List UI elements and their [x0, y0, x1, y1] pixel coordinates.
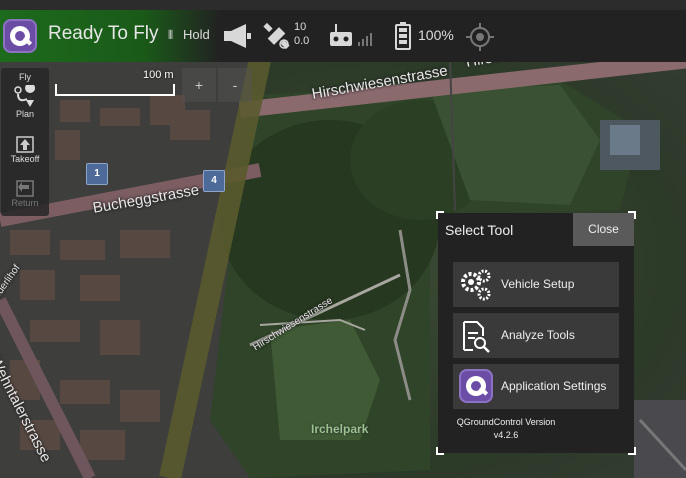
dialog-corner-tr: [628, 211, 636, 219]
main-toolbar: Ready To Fly ⫴ Hold 10 0.0 100%: [0, 0, 686, 62]
tool-plan[interactable]: Plan: [1, 85, 49, 119]
tool-return-label: Return: [11, 198, 39, 208]
tool-fly[interactable]: Fly: [1, 72, 49, 82]
satellite-count: 10: [294, 21, 307, 33]
rc-transmitter-icon[interactable]: [330, 24, 352, 48]
dialog-corner-bl: [436, 447, 444, 455]
dialog-corner-br: [628, 447, 636, 455]
application-settings-label: Application Settings: [501, 379, 607, 393]
analyze-document-icon: [463, 321, 490, 353]
version-number: v4.2.6: [493, 430, 519, 440]
close-button[interactable]: Close: [573, 213, 634, 246]
tool-takeoff-label: Takeoff: [10, 154, 40, 164]
tool-plan-label: Plan: [15, 109, 34, 119]
park-label-irchelpark: Irchelpark: [311, 422, 369, 436]
analyze-tools-button[interactable]: Analyze Tools: [453, 313, 619, 358]
tool-return[interactable]: Return: [1, 178, 49, 208]
return-icon: [16, 180, 34, 197]
mission-marker-4[interactable]: 4: [203, 170, 225, 192]
vehicle-setup-label: Vehicle Setup: [501, 277, 575, 291]
map-scale-label: 100 m: [143, 69, 174, 81]
analyze-tools-label: Analyze Tools: [501, 328, 575, 342]
battery-icon[interactable]: [395, 22, 411, 50]
vehicle-setup-button[interactable]: Vehicle Setup: [453, 262, 619, 307]
tool-fly-label: Fly: [19, 72, 31, 82]
dialog-corner-tl: [436, 211, 444, 219]
dialog-title: Select Tool: [445, 222, 514, 238]
zoom-out-button[interactable]: -: [218, 68, 252, 102]
zoom-in-button[interactable]: +: [182, 68, 216, 102]
gears-icon: [461, 269, 491, 301]
mission-marker-1[interactable]: 1: [86, 163, 108, 185]
takeoff-icon: [16, 136, 34, 153]
rc-signal-icon: [358, 33, 372, 46]
gps-info[interactable]: 10 0.0: [294, 20, 309, 48]
vehicle-status-text[interactable]: Ready To Fly: [48, 23, 159, 45]
flight-mode-icon[interactable]: ⫴: [168, 28, 173, 43]
gimbal-target-icon[interactable]: [466, 23, 494, 51]
gps-hdop: 0.0: [294, 35, 310, 47]
version-label: QGroundControl Version: [456, 417, 556, 427]
battery-percent[interactable]: 100%: [418, 27, 454, 43]
application-settings-button[interactable]: Application Settings: [453, 364, 619, 409]
megaphone-icon[interactable]: [222, 22, 254, 50]
qgc-settings-icon: [459, 369, 493, 403]
qgc-logo-icon[interactable]: [3, 19, 37, 53]
flight-mode-text[interactable]: Hold: [183, 27, 210, 42]
tool-takeoff[interactable]: Takeoff: [1, 134, 49, 164]
plan-route-icon: [14, 85, 36, 107]
map-scale-bar: [55, 84, 175, 96]
select-tool-dialog: Select Tool Close Vehicle Setup Analyze …: [436, 211, 636, 455]
satellite-icon[interactable]: [262, 22, 292, 50]
plan-toolstrip: Fly Plan Takeoff Return: [1, 68, 49, 216]
